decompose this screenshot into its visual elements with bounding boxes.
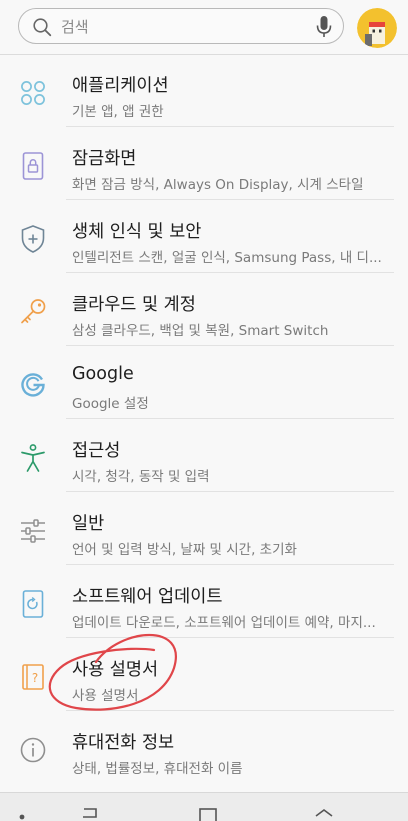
settings-item-title: 생체 인식 및 보안 bbox=[72, 222, 202, 242]
settings-item-title: Google bbox=[72, 364, 134, 384]
avatar[interactable] bbox=[357, 8, 397, 48]
settings-item-subtitle: 언어 및 입력 방식, 날짜 및 시간, 초기화 bbox=[72, 542, 297, 558]
settings-item-title: 접근성 bbox=[72, 441, 121, 461]
sliders-icon bbox=[21, 519, 45, 543]
recent-apps-icon[interactable] bbox=[8, 803, 36, 821]
settings-item-subtitle: 화면 잠금 방식, Always On Display, 시계 스타일 bbox=[72, 177, 364, 193]
settings-item-general[interactable]: 일반 언어 및 입력 방식, 날짜 및 시간, 초기화 bbox=[0, 492, 408, 565]
settings-item-phone-info[interactable]: 휴대전화 정보 상태, 법률정보, 휴대전화 이름 bbox=[0, 711, 408, 784]
settings-item-title: 잠금화면 bbox=[72, 149, 137, 169]
search-bar[interactable] bbox=[18, 8, 344, 44]
settings-item-title: 일반 bbox=[72, 514, 105, 534]
software-update-icon bbox=[22, 590, 44, 618]
settings-item-biometrics-security[interactable]: 생체 인식 및 보안 인텔리전트 스캔, 얼굴 인식, Samsung Pass… bbox=[0, 200, 408, 273]
lock-screen-icon bbox=[22, 152, 44, 180]
microphone-icon[interactable] bbox=[315, 15, 333, 39]
google-g-icon bbox=[21, 373, 45, 397]
settings-list: 애플리케이션 기본 앱, 앱 권한 잠금화면 화면 잠금 방식, Always … bbox=[0, 54, 408, 784]
home-icon[interactable] bbox=[194, 803, 222, 821]
settings-item-subtitle: 사용 설명서 bbox=[72, 688, 139, 704]
settings-item-cloud-accounts[interactable]: 클라우드 및 계정 삼성 클라우드, 백업 및 복원, Smart Switch bbox=[0, 273, 408, 346]
search-input[interactable] bbox=[61, 17, 291, 37]
settings-item-subtitle: 업데이트 다운로드, 소프트웨어 업데이트 예약, 마지... bbox=[72, 615, 376, 631]
settings-item-title: 애플리케이션 bbox=[72, 76, 169, 96]
settings-item-subtitle: 인텔리전트 스캔, 얼굴 인식, Samsung Pass, 내 디... bbox=[72, 250, 382, 266]
settings-item-title: 소프트웨어 업데이트 bbox=[72, 587, 223, 607]
settings-item-subtitle: 기본 앱, 앱 권한 bbox=[72, 104, 164, 120]
search-icon bbox=[33, 18, 52, 37]
key-icon bbox=[21, 299, 46, 324]
settings-item-google[interactable]: Google Google 설정 bbox=[0, 346, 408, 419]
top-bar bbox=[0, 0, 408, 55]
accessibility-icon bbox=[21, 444, 45, 472]
back-arrow-icon[interactable] bbox=[310, 803, 338, 821]
settings-item-subtitle: Google 설정 bbox=[72, 396, 149, 412]
shield-icon bbox=[21, 225, 45, 253]
settings-item-subtitle: 상태, 법률정보, 휴대전화 이름 bbox=[72, 761, 243, 777]
settings-item-accessibility[interactable]: 접근성 시각, 청각, 동작 및 입력 bbox=[0, 419, 408, 492]
settings-item-user-manual[interactable]: ? 사용 설명서 사용 설명서 bbox=[0, 638, 408, 711]
settings-item-title: 사용 설명서 bbox=[72, 660, 159, 680]
info-icon bbox=[20, 737, 46, 763]
settings-item-lock-screen[interactable]: 잠금화면 화면 잠금 방식, Always On Display, 시계 스타일 bbox=[0, 127, 408, 200]
settings-item-subtitle: 삼성 클라우드, 백업 및 복원, Smart Switch bbox=[72, 323, 329, 339]
settings-item-title: 휴대전화 정보 bbox=[72, 733, 175, 753]
back-icon[interactable] bbox=[76, 803, 104, 821]
svg-text:?: ? bbox=[32, 671, 38, 685]
navigation-bar bbox=[0, 792, 408, 821]
settings-item-applications[interactable]: 애플리케이션 기본 앱, 앱 권한 bbox=[0, 54, 408, 127]
settings-item-subtitle: 시각, 청각, 동작 및 입력 bbox=[72, 469, 210, 485]
user-manual-icon: ? bbox=[22, 664, 44, 690]
settings-item-software-update[interactable]: 소프트웨어 업데이트 업데이트 다운로드, 소프트웨어 업데이트 예약, 마지.… bbox=[0, 565, 408, 638]
settings-item-title: 클라우드 및 계정 bbox=[72, 295, 196, 315]
apps-grid-icon bbox=[21, 81, 45, 105]
